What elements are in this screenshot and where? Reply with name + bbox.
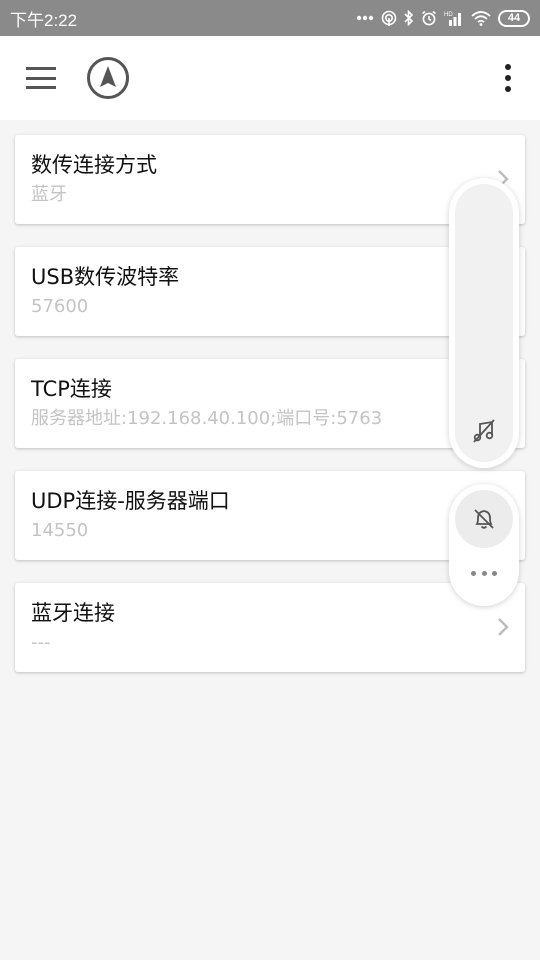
setting-value: 57600 <box>31 296 89 317</box>
setting-value: 14550 <box>31 520 89 541</box>
setting-title: TCP连接 <box>31 377 112 401</box>
setting-value: 服务器地址:192.168.40.100;端口号:5763 <box>31 408 383 429</box>
setting-title: 数传连接方式 <box>31 153 157 177</box>
setting-title: 蓝牙连接 <box>31 601 115 625</box>
setting-value: 蓝牙 <box>31 184 67 205</box>
bluetooth-icon <box>404 10 414 26</box>
bell-off-button[interactable] <box>455 490 513 548</box>
bell-off-icon <box>474 509 494 529</box>
setting-title: USB数传波特率 <box>31 265 180 289</box>
app-bar <box>0 36 540 120</box>
battery-indicator: 44 <box>498 9 530 27</box>
chevron-right-icon <box>498 618 509 636</box>
svg-text:HD: HD <box>444 12 453 18</box>
alarm-icon <box>421 10 437 26</box>
dots-icon <box>356 15 374 21</box>
setting-bluetooth-connection[interactable]: 蓝牙连接 --- <box>15 583 525 672</box>
menu-icon[interactable] <box>26 67 56 89</box>
signal-icon: HD <box>444 10 464 26</box>
floating-panel-bottom <box>449 484 519 606</box>
setting-title: UDP连接-服务器端口 <box>31 489 230 513</box>
wifi-icon <box>471 10 491 26</box>
music-off-icon[interactable] <box>470 417 498 445</box>
status-bar: 下午2:22 HD 44 <box>0 0 540 36</box>
status-time: 下午2:22 <box>10 10 78 30</box>
floating-panel-top <box>449 178 519 468</box>
more-vert-icon[interactable] <box>502 64 514 92</box>
status-icons: HD 44 <box>356 9 530 27</box>
setting-value: --- <box>31 632 51 653</box>
more-horiz-icon[interactable] <box>471 569 497 577</box>
hotspot-icon <box>381 10 397 26</box>
navigation-logo-icon <box>87 57 129 99</box>
